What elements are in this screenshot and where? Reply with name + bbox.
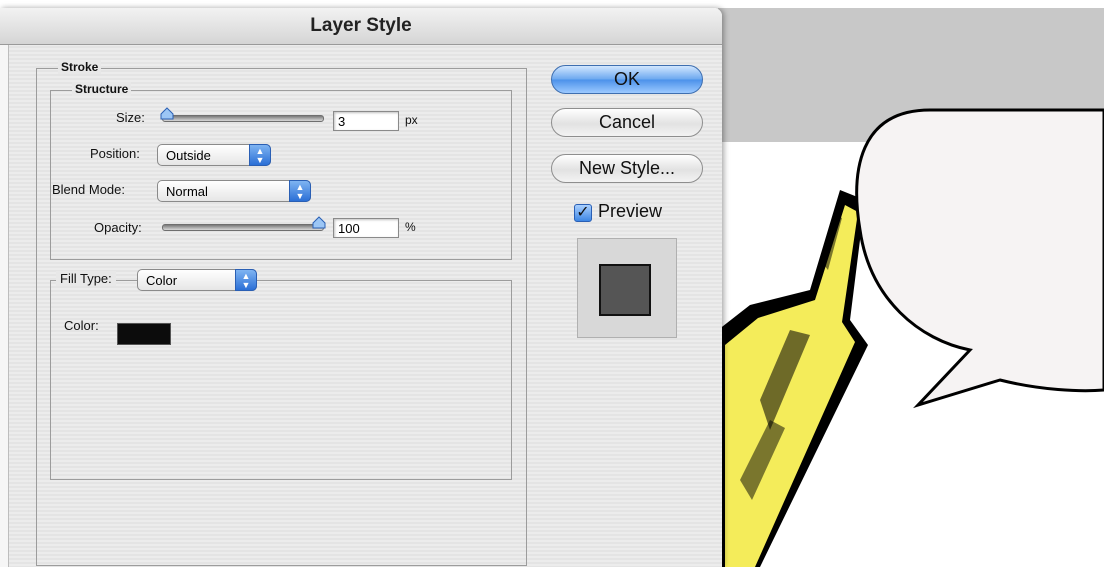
canvas-artwork [718, 108, 1104, 567]
layer-style-dialog: Layer Style Stroke Structure Size: 3 px … [0, 8, 722, 567]
ok-button[interactable]: OK [551, 65, 703, 94]
dialog-title: Layer Style [0, 8, 722, 45]
chevron-updown-icon: ▲ ▼ [289, 180, 311, 202]
opacity-slider-thumb[interactable] [312, 216, 326, 230]
preview-swatch [599, 264, 651, 316]
size-unit: px [405, 113, 418, 127]
cancel-button[interactable]: Cancel [551, 108, 703, 137]
position-select-value: Outside [166, 148, 211, 163]
style-preview-thumbnail [577, 238, 677, 338]
fill-type-select-value: Color [146, 273, 178, 288]
size-input[interactable]: 3 [333, 111, 399, 131]
structure-legend: Structure [72, 82, 132, 96]
size-slider-thumb[interactable] [160, 107, 174, 121]
dialog-side-strip [0, 45, 9, 567]
opacity-slider[interactable] [162, 224, 324, 231]
opacity-input[interactable]: 100 [333, 218, 399, 238]
size-label: Size: [116, 110, 145, 125]
chevron-updown-icon: ▲ ▼ [249, 144, 271, 166]
fill-type-group [50, 280, 512, 480]
color-label: Color: [64, 318, 99, 333]
new-style-button[interactable]: New Style... [551, 154, 703, 183]
opacity-label: Opacity: [94, 220, 142, 235]
preview-label: Preview [598, 201, 663, 221]
color-swatch[interactable] [117, 323, 171, 345]
blend-mode-label: Blend Mode: [52, 182, 125, 197]
position-select[interactable]: Outside ▲ ▼ [157, 144, 271, 166]
fill-type-label: Fill Type: [56, 271, 116, 286]
blend-mode-select[interactable]: Normal ▲ ▼ [157, 180, 311, 202]
size-slider[interactable] [162, 115, 324, 122]
chevron-updown-icon: ▲ ▼ [235, 269, 257, 291]
fill-type-select[interactable]: Color ▲ ▼ [137, 269, 257, 291]
opacity-unit: % [405, 220, 416, 234]
stroke-legend: Stroke [58, 60, 102, 74]
blend-mode-select-value: Normal [166, 184, 208, 199]
position-label: Position: [90, 146, 140, 161]
preview-checkbox[interactable]: ✓ [574, 204, 592, 222]
